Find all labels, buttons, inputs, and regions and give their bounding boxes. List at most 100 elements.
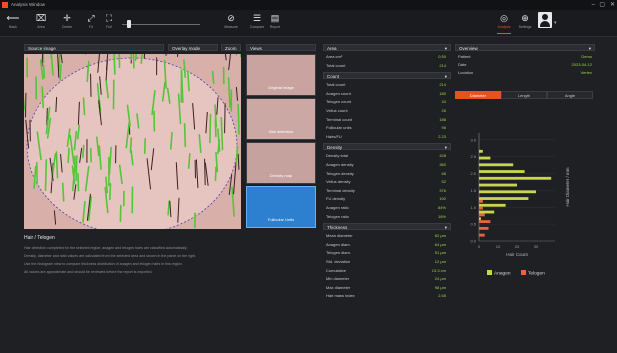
user-menu-chevron-icon[interactable]: ▾: [554, 20, 557, 26]
stat-row: Terminal count 188: [326, 116, 446, 122]
stat-row: Hairs/FU 2.23: [326, 133, 446, 139]
thumb-density-map[interactable]: Density map: [246, 142, 316, 184]
overview-collapse-icon[interactable]: ▾: [589, 45, 591, 52]
detected-hair-stroke: [41, 86, 45, 109]
histogram-bar-anagen: [479, 170, 525, 173]
histogram-bar-telogen: [479, 206, 483, 210]
avatar-body: [540, 21, 550, 27]
detected-hair-stroke: [55, 151, 59, 179]
zoom-slider-handle[interactable]: [127, 20, 131, 28]
back-button[interactable]: ⟵ Back: [4, 12, 22, 34]
close-window-icon[interactable]: ✕: [610, 1, 615, 9]
crop-icon: ⌧: [35, 13, 47, 23]
stat-row: Max diameter 98 µm: [326, 284, 446, 290]
compare-icon: ☰: [252, 13, 262, 23]
toolbar: ⟵ Back ⌧ Area ✛ Center ⤢ Fit ⛶ Full ⊘ Measure …: [0, 10, 617, 37]
stat-row: Area cm² 0.50: [326, 54, 446, 59]
stat-row: Total count 214: [326, 82, 446, 88]
diameter-histogram: 0.0 0.5 1.0 1.5 2.0 2.5 3.0 0 10 20 30 Hair Count Ha…: [455, 125, 595, 300]
detected-hair-stroke: [214, 166, 217, 182]
collapse-icon[interactable]: ▾: [445, 144, 447, 151]
overview-header: Overview ▾: [455, 44, 595, 51]
stat-row: Terminal density 376: [326, 187, 446, 193]
detected-hair-stroke: [61, 182, 65, 202]
measure-icon: ⊘: [227, 13, 235, 23]
notes-title: Hair / Telogen: [24, 235, 55, 241]
maximize-window-icon[interactable]: ▢: [599, 1, 605, 9]
window-title: Analysis Window: [11, 2, 46, 7]
fullscreen-icon: ⛶: [105, 13, 113, 23]
stats-section-header[interactable]: Density ▾: [323, 143, 451, 151]
detected-hair-stroke: [211, 70, 215, 85]
detected-hair-stroke: [167, 200, 170, 216]
detected-hair-stroke: [183, 123, 187, 148]
tab-angle[interactable]: Angle: [547, 91, 593, 99]
hair-overlay: [24, 54, 241, 229]
back-arrow-icon: ⟵: [6, 13, 20, 23]
stats-section-header[interactable]: Thickness ▾: [323, 223, 451, 231]
detected-hair-stroke: [44, 159, 48, 192]
user-avatar[interactable]: [538, 12, 552, 28]
detected-hair-stroke: [59, 64, 62, 81]
y-tick-label: 0.5: [470, 222, 476, 227]
zoom-slider-track[interactable]: [122, 24, 200, 25]
minimize-window-icon[interactable]: –: [592, 1, 595, 9]
tab-diameter[interactable]: Diameter: [455, 91, 501, 99]
collapse-icon[interactable]: ▾: [445, 73, 447, 80]
histogram-bar-telogen: [479, 199, 483, 203]
detected-hair-stroke: [235, 54, 238, 56]
collapse-icon[interactable]: ▾: [445, 224, 447, 231]
stat-row: Telogen count 34: [326, 99, 446, 105]
report-button[interactable]: ▤ Report: [266, 12, 284, 34]
histogram-bar-anagen: [479, 176, 552, 180]
center-button[interactable]: ✛ Center: [58, 12, 76, 34]
histogram-bar-telogen: [479, 233, 485, 237]
expand-icon: ⤢: [87, 13, 95, 23]
detected-hair-stroke: [42, 64, 46, 79]
stat-row: Mean diameter 62 µm: [326, 233, 446, 239]
source-select[interactable]: Source image: [24, 44, 164, 51]
measure-button[interactable]: ⊘ Measure: [222, 12, 240, 34]
legend-label: Telogen: [528, 271, 545, 277]
analysis-button[interactable]: ◎ Analysis: [495, 12, 513, 34]
detected-hair-stroke: [109, 183, 112, 201]
stats-section-header[interactable]: Area ▾: [323, 44, 451, 51]
compare-button[interactable]: ☰ Compare: [248, 12, 266, 34]
stat-row: Telogen density 68: [326, 170, 446, 176]
y-tick-label: 1.5: [470, 188, 476, 193]
raw-hair-stroke: [55, 96, 58, 113]
thumb-original[interactable]: Original image: [246, 54, 316, 96]
app-logo-icon: [2, 2, 8, 8]
legend-swatch: [521, 270, 526, 275]
settings-button[interactable]: ⊕ Settings: [516, 12, 534, 34]
stat-row: Anagen ratio 84%: [326, 205, 446, 210]
zoom-select[interactable]: Zoom: [221, 44, 241, 51]
detected-hair-stroke: [67, 147, 70, 164]
target-icon: ⊕: [521, 13, 529, 23]
stat-row: Telogen ratio 16%: [326, 213, 446, 219]
fullscreen-button[interactable]: ⛶ Full: [100, 12, 118, 34]
x-tick-label: 0: [478, 244, 481, 249]
stat-row: Min diameter 24 µm: [326, 276, 446, 282]
area-button[interactable]: ⌧ Area: [32, 12, 50, 34]
y-tick-label: 0.0: [470, 239, 476, 244]
thumb-follicular-units[interactable]: Follicular Units: [246, 186, 316, 228]
x-tick-label: 10: [496, 244, 501, 249]
stat-row: Density total 428: [326, 153, 446, 159]
scalp-image[interactable]: [24, 54, 241, 229]
stat-row: Total count 214: [326, 62, 446, 68]
overlay-select[interactable]: Overlay mode: [168, 44, 218, 51]
detected-hair-stroke: [187, 153, 191, 169]
collapse-icon[interactable]: ▾: [445, 45, 447, 52]
stat-row: Telogen diam. 51 µm: [326, 250, 446, 256]
detected-hair-stroke: [81, 144, 85, 159]
detected-hair-stroke: [143, 138, 146, 154]
stat-row: Hair mass index 2.65: [326, 293, 446, 299]
report-icon: ▤: [270, 13, 280, 23]
stats-section-header[interactable]: Count ▾: [323, 72, 451, 80]
detected-hair-stroke: [237, 103, 240, 135]
fit-button[interactable]: ⤢ Fit: [82, 12, 100, 34]
thumb-hair-detection[interactable]: Hair detection: [246, 98, 316, 140]
detected-hair-stroke: [89, 147, 92, 163]
tab-length[interactable]: Length: [501, 91, 547, 99]
